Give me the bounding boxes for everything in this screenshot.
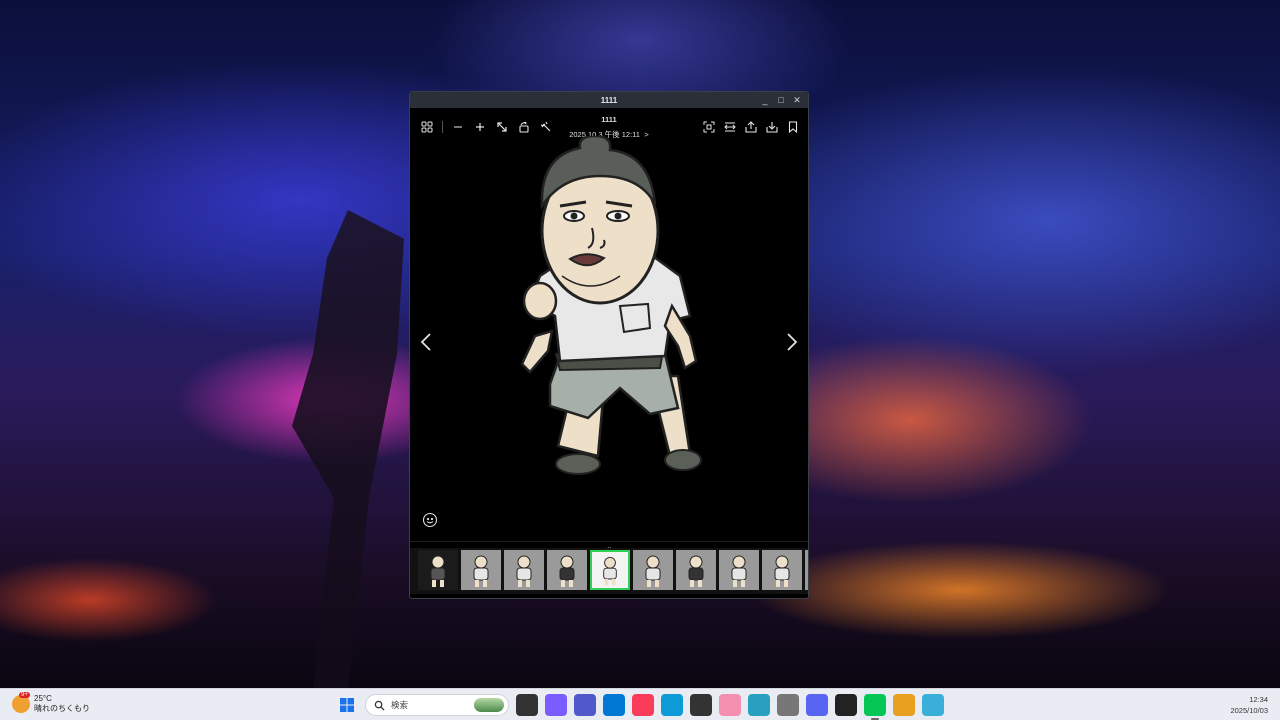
edge-icon[interactable] (661, 694, 683, 716)
filmstrip-thumbnail[interactable] (805, 550, 808, 590)
speaker-icon[interactable] (777, 694, 799, 716)
filmstrip (410, 548, 808, 594)
system-clock[interactable]: 12:34 2025/10/03 (1230, 694, 1268, 716)
coin-icon[interactable] (893, 694, 915, 716)
task-view-icon[interactable] (516, 694, 538, 716)
previous-photo-button[interactable] (418, 330, 434, 354)
weather-icon: 9+ (12, 692, 30, 713)
temperature: 25°C (34, 694, 52, 703)
next-photo-button[interactable] (784, 330, 800, 354)
taskbar: 9+ 25°C 晴れのちくもり 検索 12:34 2025/10/03 (0, 688, 1280, 720)
toolbar-divider (442, 121, 443, 133)
minimize-button[interactable]: _ (758, 92, 772, 108)
photo-image (520, 136, 702, 475)
rotate-icon[interactable] (515, 118, 533, 136)
filmstrip-thumbnail[interactable] (676, 550, 716, 590)
fit-icon[interactable] (700, 118, 718, 136)
weather-condition: 晴れのちくもり (34, 704, 90, 713)
grid-icon[interactable] (418, 118, 436, 136)
maximize-button[interactable]: □ (774, 92, 788, 108)
teams-icon[interactable] (574, 694, 596, 716)
zoom-out-icon[interactable] (449, 118, 467, 136)
search-placeholder: 検索 (391, 700, 409, 710)
share-icon[interactable] (742, 118, 760, 136)
copilot-icon[interactable] (545, 694, 567, 716)
search-highlight-image (474, 698, 504, 712)
close-button[interactable]: ✕ (790, 92, 804, 108)
clock-time: 12:34 (1249, 695, 1268, 704)
clock-date: 2025/10/03 (1230, 706, 1268, 715)
filmstrip-thumbnail[interactable] (590, 550, 630, 590)
bookmark-icon[interactable] (784, 118, 802, 136)
netkeiba-icon[interactable] (835, 694, 857, 716)
filmstrip-thumbnail[interactable] (719, 550, 759, 590)
camera-icon[interactable] (690, 694, 712, 716)
discord-icon[interactable] (806, 694, 828, 716)
filmstrip-thumbnail[interactable] (547, 550, 587, 590)
edit-icon[interactable] (537, 118, 555, 136)
download-icon[interactable] (763, 118, 781, 136)
wallpaper-figure (292, 210, 404, 690)
line-icon[interactable] (864, 694, 886, 720)
smiley-icon[interactable] (422, 512, 438, 528)
window-titlebar[interactable]: 1111 _ □ ✕ (410, 92, 808, 108)
notification-badge: 9+ (19, 692, 30, 698)
filmstrip-thumbnail[interactable] (504, 550, 544, 590)
kirby-icon[interactable] (719, 694, 741, 716)
expand-icon[interactable] (493, 118, 511, 136)
fullscreen-icon[interactable] (721, 118, 739, 136)
zoom-in-icon[interactable] (471, 118, 489, 136)
notepad-icon[interactable] (922, 694, 944, 716)
filmstrip-thumbnail[interactable] (461, 550, 501, 590)
start-button[interactable] (336, 694, 358, 716)
window-title: 1111 (600, 95, 618, 105)
filmstrip-thumbnail[interactable] (418, 550, 458, 590)
apps-game-icon[interactable] (748, 694, 770, 716)
weather-widget[interactable]: 9+ 25°C 晴れのちくもり (12, 692, 90, 714)
store-icon[interactable] (603, 694, 625, 716)
filmstrip-thumbnail[interactable] (633, 550, 673, 590)
search-box[interactable]: 検索 (365, 694, 509, 716)
search-icon (374, 700, 385, 711)
filmstrip-thumbnail[interactable] (762, 550, 802, 590)
photo-viewer-window: 1111 _ □ ✕ 1111 2025.10.3 午後 12:11 > ⌄ (409, 91, 809, 599)
music-icon[interactable] (632, 694, 654, 716)
